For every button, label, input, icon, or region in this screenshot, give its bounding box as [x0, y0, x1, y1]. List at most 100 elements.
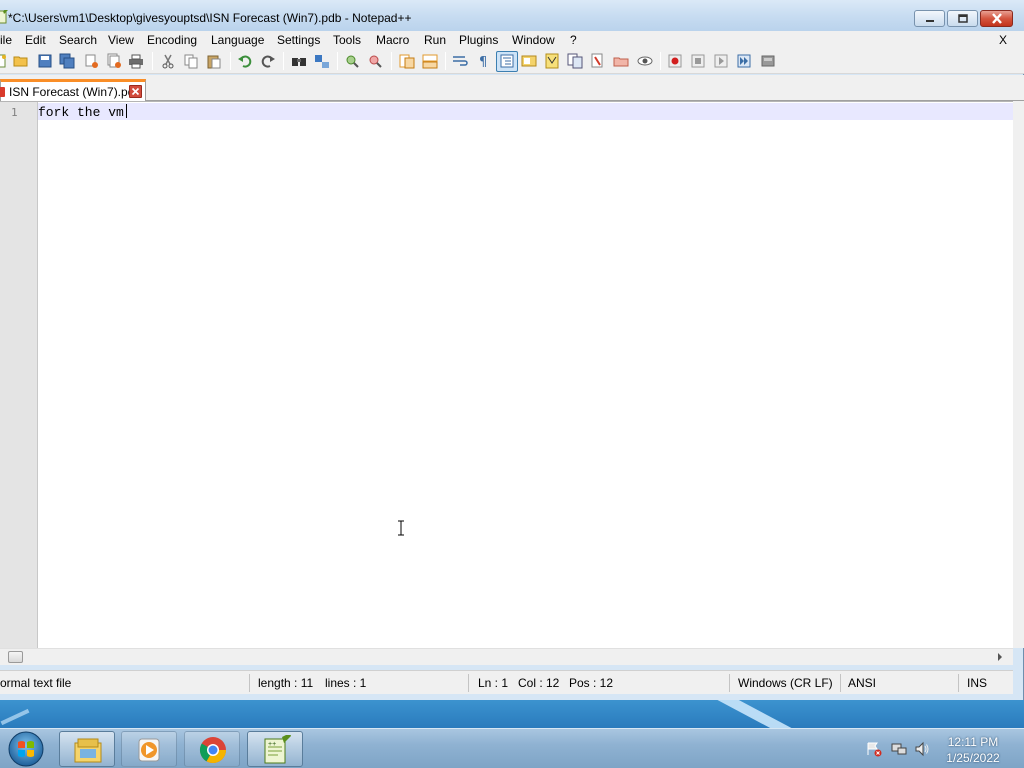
scrollbar-thumb[interactable] — [8, 651, 23, 663]
find-icon[interactable] — [291, 53, 307, 69]
status-separator — [468, 674, 469, 692]
menu-edit[interactable]: Edit — [25, 33, 46, 47]
replace-icon[interactable] — [314, 53, 330, 69]
taskbar-chrome[interactable] — [184, 731, 240, 767]
desktop-background — [0, 700, 1024, 728]
sync-vertical-icon[interactable] — [399, 53, 415, 69]
volume-icon[interactable] — [914, 741, 930, 757]
text-editor[interactable]: 1 fork the vm — [0, 101, 1013, 649]
cut-icon[interactable] — [160, 53, 176, 69]
menu-view[interactable]: View — [108, 33, 134, 47]
sync-horizontal-icon[interactable] — [422, 53, 438, 69]
close-file-icon[interactable] — [83, 53, 99, 69]
close-document-button[interactable]: X — [999, 33, 1007, 47]
document-tab[interactable]: ISN Forecast (Win7).pdb — [0, 79, 146, 101]
horizontal-scrollbar[interactable] — [0, 648, 1013, 665]
minimize-button[interactable] — [914, 10, 945, 27]
print-icon[interactable] — [128, 53, 144, 69]
save-all-icon[interactable] — [59, 53, 75, 69]
record-macro-icon[interactable] — [667, 53, 683, 69]
menu-run[interactable]: Run — [424, 33, 446, 47]
editor-content[interactable]: fork the vm — [38, 105, 124, 120]
status-bar: ormal text file length : 11 lines : 1 Ln… — [0, 670, 1013, 694]
menu-plugins[interactable]: Plugins — [459, 33, 498, 47]
status-eol-format[interactable]: Windows (CR LF) — [738, 676, 833, 690]
clock-time[interactable]: 12:11 PM — [930, 735, 1016, 749]
taskbar-file-explorer[interactable] — [59, 731, 115, 767]
menu-search[interactable]: Search — [59, 33, 97, 47]
vertical-scroll-area — [1013, 101, 1024, 648]
unsaved-file-icon — [0, 87, 5, 97]
status-encoding[interactable]: ANSI — [848, 676, 876, 690]
status-separator — [840, 674, 841, 692]
minimize-icon — [925, 19, 934, 22]
user-defined-language-icon[interactable] — [521, 53, 537, 69]
zoom-out-icon[interactable] — [367, 53, 383, 69]
toolbar-separator — [283, 52, 284, 70]
monitoring-icon[interactable] — [613, 53, 629, 69]
save-macro-icon[interactable] — [760, 53, 776, 69]
taskbar-notepad-plus-plus[interactable]: ++ — [247, 731, 303, 767]
menu-encoding[interactable]: Encoding — [147, 33, 197, 47]
document-tab-label: ISN Forecast (Win7).pdb — [9, 85, 142, 99]
toolbar-separator — [152, 52, 153, 70]
save-icon[interactable] — [37, 53, 53, 69]
wallpaper-light-streak — [0, 708, 30, 726]
close-window-button[interactable] — [980, 10, 1013, 27]
paste-icon[interactable] — [206, 53, 222, 69]
menu-tools[interactable]: Tools — [333, 33, 361, 47]
file-explorer-icon — [74, 738, 102, 763]
menu-macro[interactable]: Macro — [376, 33, 409, 47]
taskbar-media-player[interactable] — [121, 731, 177, 767]
redo-icon[interactable] — [260, 53, 276, 69]
status-separator — [729, 674, 730, 692]
indent-guide-icon[interactable] — [499, 53, 515, 69]
status-insert-mode[interactable]: INS — [967, 676, 987, 690]
folder-as-workspace-icon[interactable] — [590, 53, 606, 69]
status-length: length : 11 — [258, 676, 314, 690]
menu-window[interactable]: Window — [512, 33, 555, 47]
function-list-icon[interactable] — [567, 53, 583, 69]
status-file-type: ormal text file — [0, 676, 72, 690]
run-macro-multiple-icon[interactable] — [736, 53, 752, 69]
stop-recording-icon[interactable] — [690, 53, 706, 69]
toolbar-separator — [660, 52, 661, 70]
maximize-icon — [957, 14, 968, 23]
clock-date[interactable]: 1/25/2022 — [930, 751, 1016, 765]
eye-icon[interactable] — [637, 53, 653, 69]
tab-close-button[interactable] — [129, 85, 142, 98]
title-bar[interactable]: *C:\Users\vm1\Desktop\givesyouptsd\ISN F… — [0, 0, 1024, 32]
playback-macro-icon[interactable] — [713, 53, 729, 69]
svg-text:¶: ¶ — [479, 55, 487, 69]
action-center-icon[interactable] — [866, 741, 882, 757]
wallpaper-light-streak — [715, 700, 800, 728]
network-icon[interactable] — [891, 741, 907, 757]
scroll-right-arrow-icon[interactable] — [996, 652, 1004, 662]
menu-help[interactable]: ? — [570, 33, 577, 47]
show-all-characters-icon[interactable]: ¶ — [475, 53, 491, 69]
new-file-icon[interactable] — [0, 53, 8, 69]
menu-settings[interactable]: Settings — [277, 33, 320, 47]
close-icon — [131, 87, 140, 96]
notepad-plus-plus-window: *C:\Users\vm1\Desktop\givesyouptsd\ISN F… — [0, 0, 1024, 700]
toolbar-separator — [337, 52, 338, 70]
close-icon — [991, 13, 1002, 24]
notepad-plus-plus-app-icon[interactable] — [0, 10, 8, 24]
copy-icon[interactable] — [183, 53, 199, 69]
windows-start-orb-icon[interactable] — [6, 730, 46, 768]
menu-file[interactable]: ile — [0, 33, 12, 47]
menu-language[interactable]: Language — [211, 33, 264, 47]
close-all-icon[interactable] — [106, 53, 122, 69]
toolbar-separator — [445, 52, 446, 70]
current-line-highlight — [38, 103, 1013, 120]
undo-icon[interactable] — [237, 53, 253, 69]
line-number: 1 — [11, 106, 18, 119]
maximize-button[interactable] — [947, 10, 978, 27]
zoom-in-icon[interactable] — [344, 53, 360, 69]
media-player-icon — [138, 738, 160, 762]
status-separator — [249, 674, 250, 692]
chrome-icon — [199, 737, 227, 764]
open-file-icon[interactable] — [13, 53, 29, 69]
word-wrap-icon[interactable] — [452, 53, 468, 69]
document-map-icon[interactable] — [544, 53, 560, 69]
